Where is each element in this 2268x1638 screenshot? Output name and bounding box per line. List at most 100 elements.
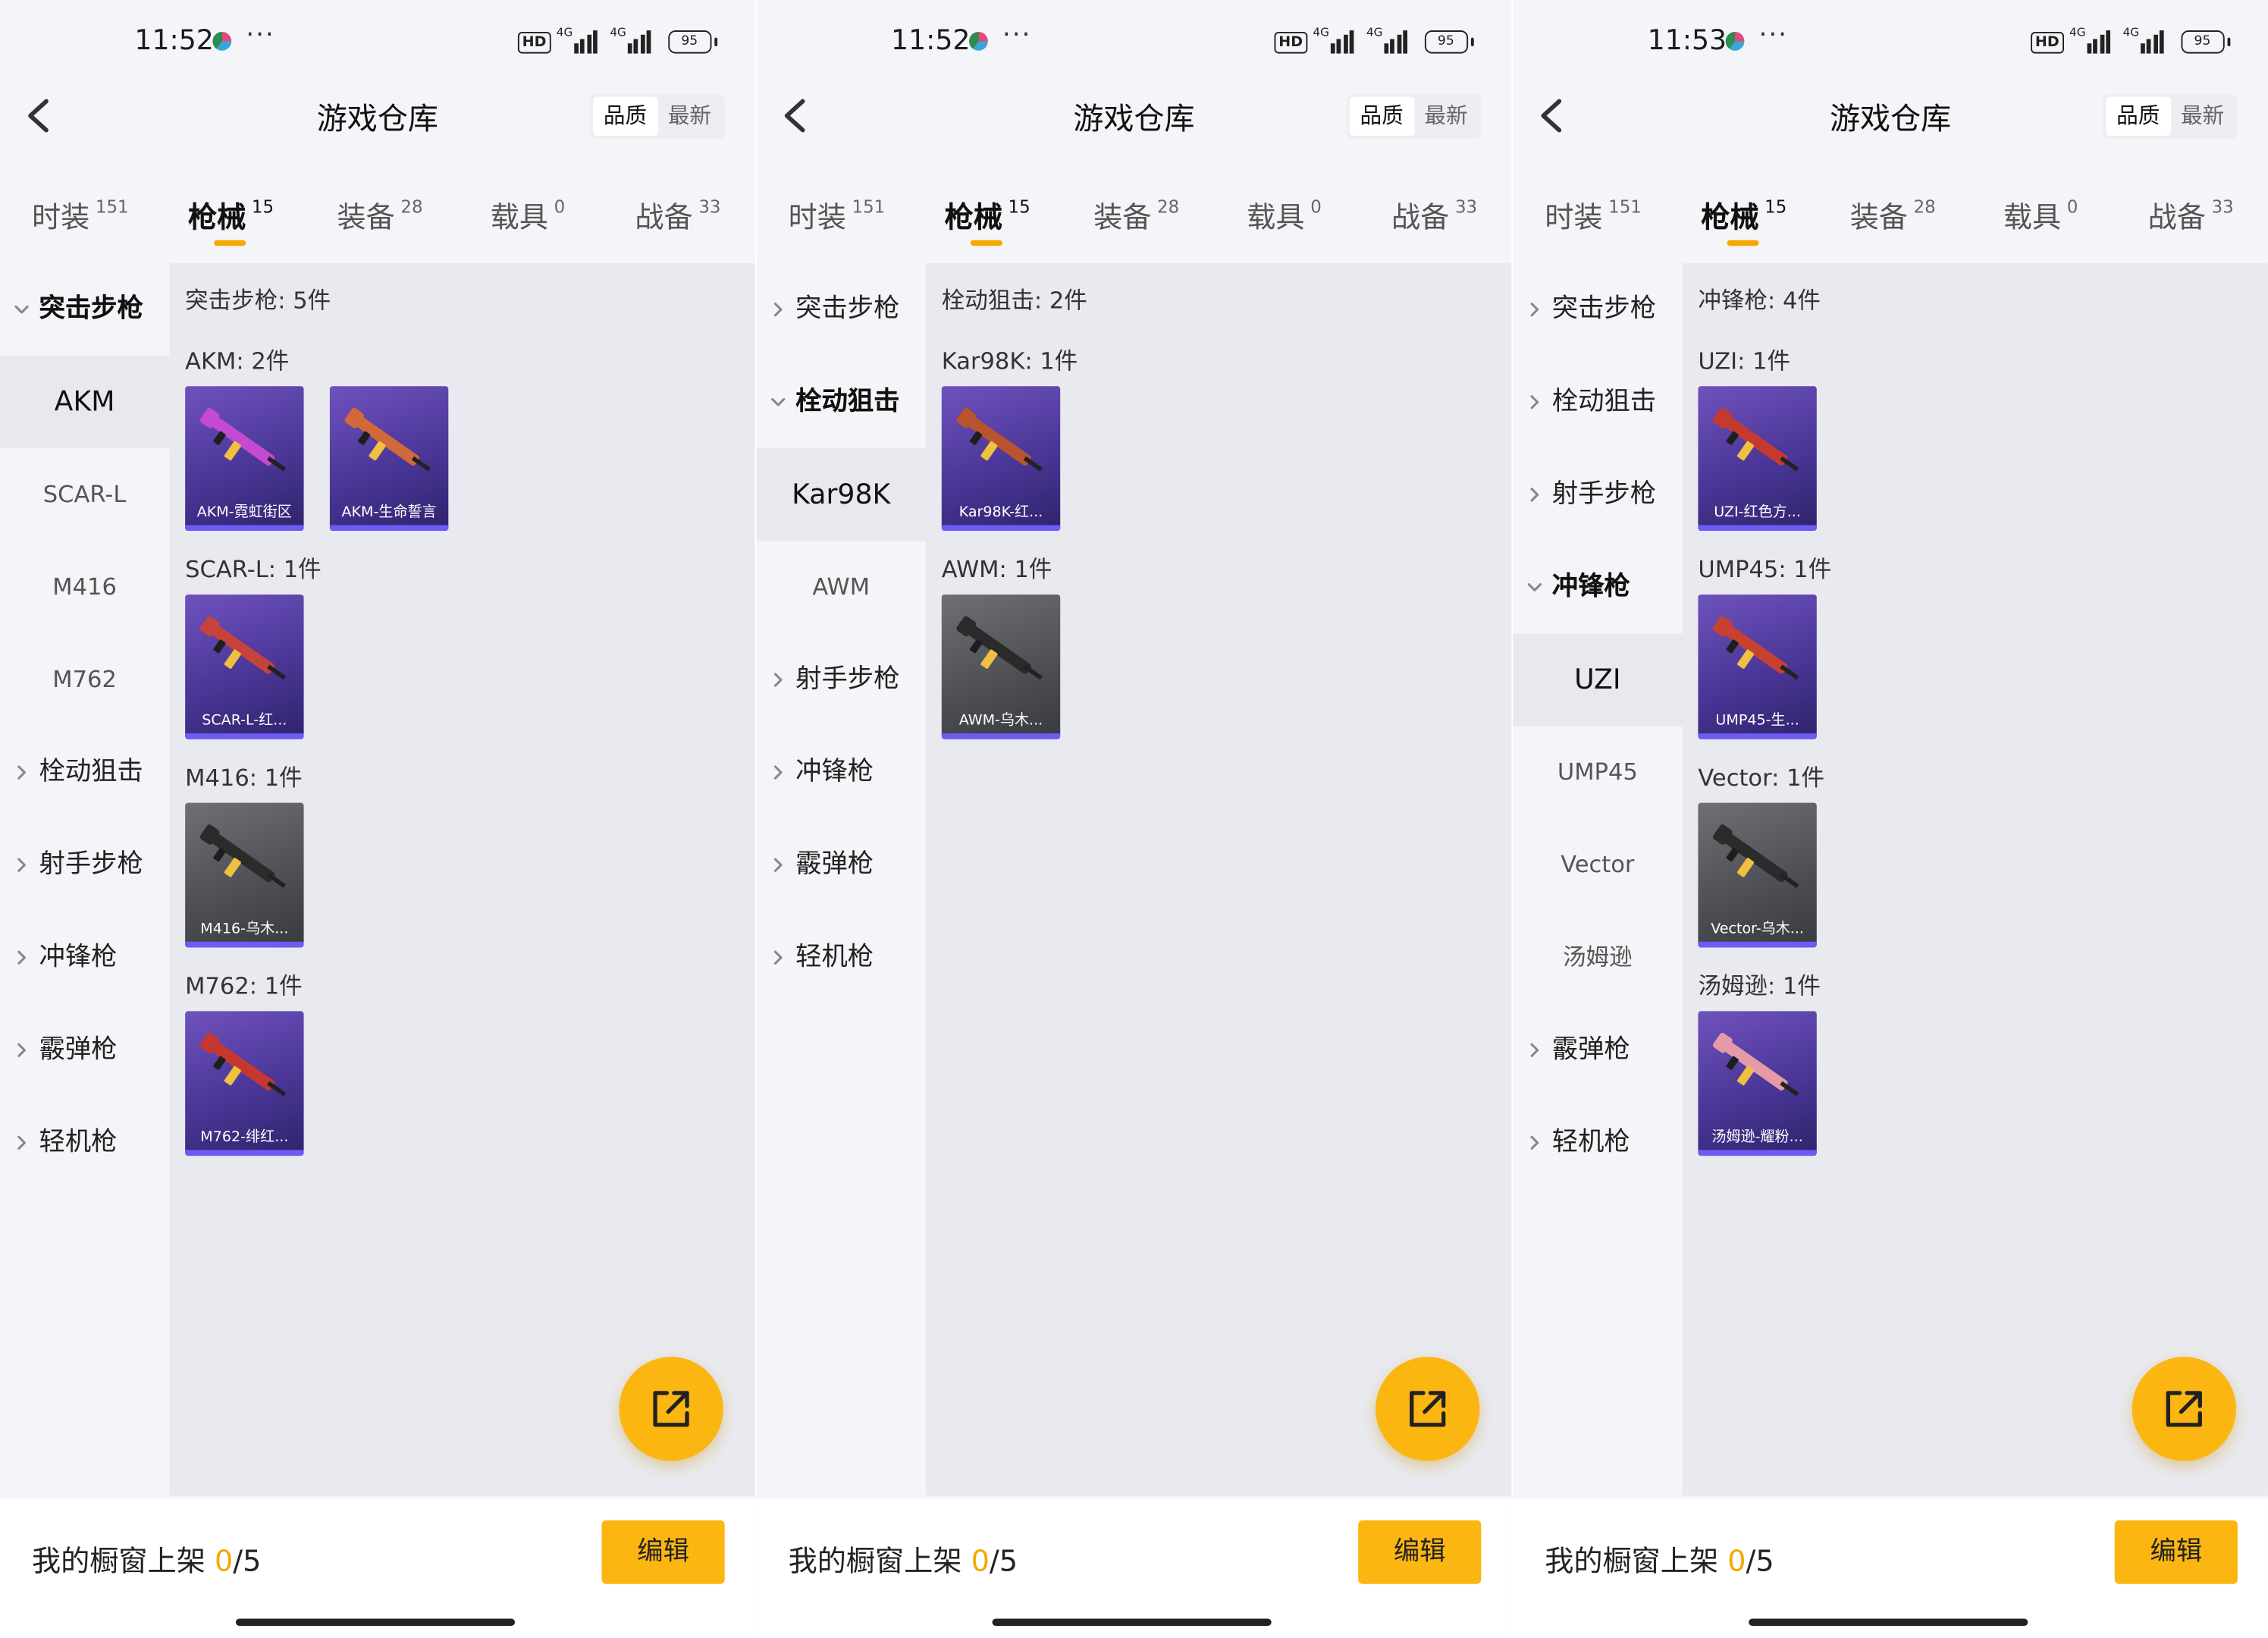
sidebar-category[interactable]: 冲锋枪 [0, 912, 169, 1004]
tab-4[interactable]: 战备 33 [635, 194, 720, 236]
chevron-right-icon [1530, 1135, 1539, 1150]
skin-card[interactable]: Vector-乌木... [1698, 802, 1817, 948]
share-fab-button[interactable] [619, 1357, 723, 1461]
sidebar-label: AWM [812, 573, 870, 601]
sidebar-category[interactable]: 冲锋枪 [1513, 541, 1682, 633]
sidebar-category[interactable]: 栓动狙击 [0, 726, 169, 819]
sidebar-category[interactable]: 轻机枪 [757, 912, 926, 1004]
skin-card[interactable]: UZI-红色方... [1698, 386, 1817, 532]
sort-toggle: 品质 最新 [1346, 93, 1482, 140]
hd-voice-icon: HD [1274, 31, 1307, 53]
sidebar-category[interactable]: 霰弹枪 [757, 819, 926, 912]
tab-3[interactable]: 载具 0 [1247, 194, 1322, 236]
sidebar-category[interactable]: 射手步枪 [1513, 448, 1682, 541]
skin-card[interactable]: Kar98K-红... [941, 386, 1061, 532]
sidebar-label: 射手步枪 [1551, 479, 1657, 510]
tab-0[interactable]: 时装 151 [32, 194, 129, 236]
sidebar-category[interactable]: 轻机枪 [1513, 1097, 1682, 1189]
chevron-right-icon [773, 303, 783, 317]
skin-card[interactable]: UMP45-生... [1698, 594, 1817, 739]
skin-name: 汤姆逊-耀粉... [1711, 1129, 1803, 1146]
sidebar-category[interactable]: 栓动狙击 [1513, 356, 1682, 448]
showcase-bar: 我的橱窗上架 0/5 编辑 [756, 1498, 1512, 1635]
edit-button[interactable]: 编辑 [601, 1520, 725, 1584]
sidebar-category[interactable]: 轻机枪 [0, 1097, 169, 1189]
sidebar-label: AKM [54, 386, 115, 419]
skin-card[interactable]: M416-乌木... [185, 802, 304, 948]
tab-0[interactable]: 时装 151 [1545, 194, 1642, 236]
skin-card[interactable]: AWM-乌木... [941, 594, 1061, 739]
edit-button[interactable]: 编辑 [1358, 1520, 1482, 1584]
sort-quality-button[interactable]: 品质 [593, 96, 657, 136]
skin-name: Kar98K-红... [958, 504, 1043, 521]
sidebar-category[interactable]: 冲锋枪 [757, 726, 926, 819]
tab-2[interactable]: 装备 28 [1850, 194, 1936, 236]
sidebar-category[interactable]: 突击步枪 [757, 263, 926, 356]
tab-1[interactable]: 枪械 15 [945, 194, 1030, 236]
sidebar-category[interactable]: 突击步枪 [1513, 263, 1682, 356]
sidebar-subitem[interactable]: M762 [0, 633, 169, 726]
sidebar-subitem[interactable]: SCAR-L [0, 448, 169, 541]
tab-0[interactable]: 时装 151 [789, 194, 886, 236]
sidebar-category[interactable]: 栓动狙击 [757, 356, 926, 448]
sidebar-subitem[interactable]: AWM [757, 541, 926, 633]
skin-card[interactable]: AKM-霓虹街区 [185, 386, 304, 532]
sort-quality-button[interactable]: 品质 [2106, 96, 2171, 136]
status-time: 11:52 [134, 24, 214, 57]
tab-1[interactable]: 枪械 15 [188, 194, 274, 236]
active-tab-indicator [214, 240, 246, 246]
sidebar-category[interactable]: 射手步枪 [757, 633, 926, 726]
sort-newest-button[interactable]: 最新 [2170, 97, 2235, 136]
sort-quality-button[interactable]: 品质 [1349, 96, 1414, 136]
sidebar-subitem[interactable]: UZI [1513, 633, 1683, 726]
showcase-status: 我的橱窗上架 0/5 [1545, 1538, 1774, 1580]
sidebar-subitem[interactable]: AKM [0, 356, 170, 449]
inventory-content: 突击步枪: 5件 AKM: 2件 AKM-霓虹街区 AKM-生命誓言 SCAR-L: 1… [169, 263, 755, 1496]
showcase-current-count: 0 [971, 1543, 990, 1579]
sidebar-category[interactable]: 霰弹枪 [0, 1004, 169, 1097]
nav-bar: 游戏仓库 品质 最新 [0, 84, 755, 151]
share-fab-button[interactable] [2132, 1357, 2236, 1461]
screen-panel: 11:53 ··· HD 4G 4G 95 游戏仓库 品质 最新 时装 151 枪械 15 装备 28 载具 0… [1513, 0, 2268, 1635]
tab-2[interactable]: 装备 28 [1093, 194, 1179, 236]
tab-4[interactable]: 战备 33 [2148, 194, 2234, 236]
sort-newest-button[interactable]: 最新 [1414, 97, 1479, 136]
skin-card[interactable]: 汤姆逊-耀粉... [1698, 1011, 1817, 1156]
sidebar-subitem[interactable]: M416 [0, 541, 169, 633]
tab-label: 载具 [490, 199, 548, 235]
sidebar-subitem[interactable]: UMP45 [1513, 726, 1682, 819]
sort-newest-button[interactable]: 最新 [657, 97, 722, 136]
edit-button[interactable]: 编辑 [2114, 1520, 2238, 1584]
skin-card[interactable]: M762-绯红... [185, 1011, 304, 1156]
triple-screenshot: 11:52 ··· HD 4G 4G 95 游戏仓库 品质 最新 时装 151 枪械 15 装备 28 载具 0… [0, 0, 2268, 1635]
tab-count: 15 [1008, 196, 1030, 218]
status-time: 11:52 [891, 24, 971, 57]
skin-card[interactable]: AKM-生命誓言 [329, 386, 449, 532]
sidebar-subitem[interactable]: 汤姆逊 [1513, 912, 1682, 1004]
tab-count: 28 [1913, 196, 1936, 218]
tab-3[interactable]: 载具 0 [491, 194, 566, 236]
sidebar-subitem[interactable]: Vector [1513, 819, 1682, 912]
chevron-right-icon [773, 858, 783, 872]
sidebar-label: 霰弹枪 [39, 1034, 118, 1065]
skin-name: M416-乌木... [200, 921, 289, 938]
share-fab-button[interactable] [1376, 1357, 1480, 1461]
sidebar-category[interactable]: 突击步枪 [0, 263, 169, 356]
tab-2[interactable]: 装备 28 [337, 194, 422, 236]
skin-card[interactable]: SCAR-L-红... [185, 594, 304, 739]
active-tab-indicator [1727, 240, 1759, 246]
sidebar-category[interactable]: 射手步枪 [0, 819, 169, 912]
tab-1[interactable]: 枪械 15 [1701, 194, 1786, 236]
network-type-label: 4G [610, 26, 626, 39]
tab-count: 15 [1765, 196, 1787, 218]
sidebar-category[interactable]: 霰弹枪 [1513, 1004, 1682, 1097]
sidebar-label: 轻机枪 [1551, 1126, 1630, 1157]
tab-3[interactable]: 载具 0 [2003, 194, 2078, 236]
sidebar-subitem[interactable]: Kar98K [756, 448, 926, 541]
sidebar-label: Kar98K [792, 479, 891, 511]
battery-icon: 95 [667, 30, 717, 54]
chevron-right-icon [17, 950, 26, 965]
tab-count: 0 [1310, 196, 1322, 218]
sidebar-label: 射手步枪 [795, 664, 900, 695]
tab-4[interactable]: 战备 33 [1391, 194, 1477, 236]
